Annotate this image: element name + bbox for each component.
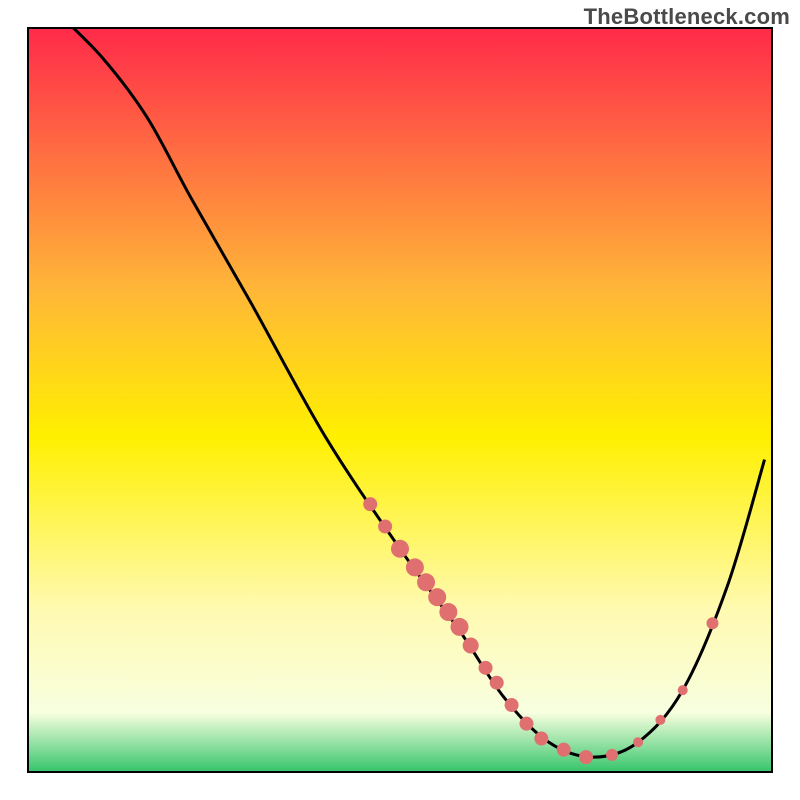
data-dot <box>439 603 457 621</box>
data-dot <box>678 685 688 695</box>
data-dot <box>406 558 424 576</box>
data-dot <box>557 743 571 757</box>
data-dot <box>428 588 446 606</box>
data-dot <box>479 661 493 675</box>
data-dot <box>378 519 392 533</box>
data-dot <box>451 618 469 636</box>
watermark-text: TheBottleneck.com <box>584 4 790 30</box>
data-dot <box>519 717 533 731</box>
data-dot <box>534 732 548 746</box>
data-dot <box>606 749 618 761</box>
data-dot <box>391 540 409 558</box>
chart-container: TheBottleneck.com <box>0 0 800 800</box>
data-dot <box>363 497 377 511</box>
data-dot <box>463 638 479 654</box>
data-dot <box>417 573 435 591</box>
data-dot <box>655 715 665 725</box>
data-dot <box>633 737 643 747</box>
bottleneck-chart <box>0 0 800 800</box>
data-dot <box>579 750 593 764</box>
data-dot <box>706 617 718 629</box>
data-dot <box>505 698 519 712</box>
gradient-background <box>28 28 772 772</box>
data-dot <box>490 676 504 690</box>
